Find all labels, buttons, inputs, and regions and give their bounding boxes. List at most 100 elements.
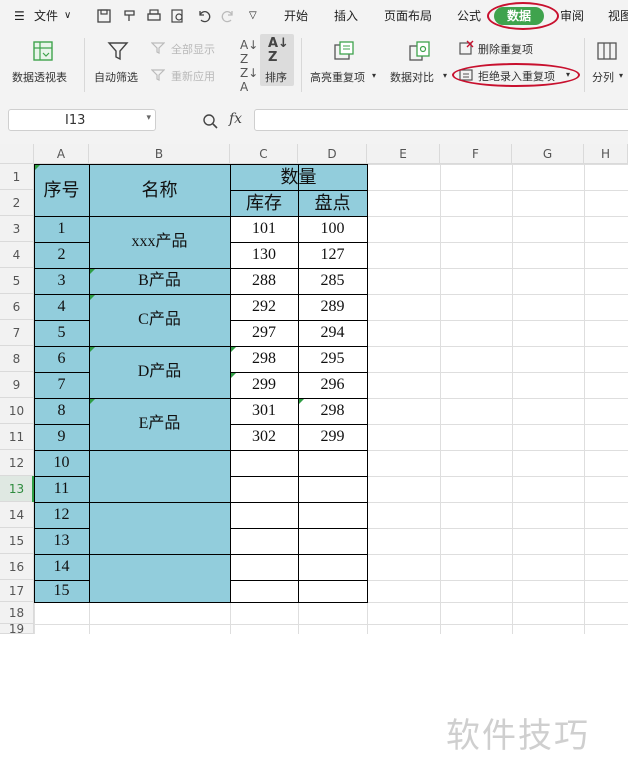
row-header-19[interactable]: 19 — [0, 623, 34, 635]
row-header-8[interactable]: 8 — [0, 346, 34, 372]
header-name[interactable]: 名称 — [89, 164, 230, 216]
stock-cell-empty[interactable] — [230, 554, 298, 580]
index-cell[interactable]: 3 — [34, 268, 89, 294]
stock-cell[interactable]: 288 — [230, 268, 298, 294]
row-header-17[interactable]: 17 — [0, 580, 34, 602]
row-header-2[interactable]: 2 — [0, 190, 34, 216]
name-cell[interactable]: C产品 — [89, 294, 230, 346]
tab-review[interactable]: 审阅 — [560, 0, 584, 32]
row-header-18[interactable]: 18 — [0, 602, 34, 624]
stock-cell[interactable]: 130 — [230, 242, 298, 268]
row-header-7[interactable]: 7 — [0, 320, 34, 346]
data-compare-dropdown-icon[interactable]: ▾ — [443, 71, 447, 80]
name-cell[interactable]: E产品 — [89, 398, 230, 450]
index-cell[interactable]: 4 — [34, 294, 89, 320]
tab-insert[interactable]: 插入 — [334, 0, 358, 32]
column-header-D[interactable]: D — [298, 144, 367, 164]
hamburger-menu-icon[interactable]: ☰ — [14, 0, 25, 32]
undo-icon[interactable] — [196, 8, 212, 24]
row-header-16[interactable]: 16 — [0, 554, 34, 580]
count-cell[interactable]: 298 — [298, 398, 367, 424]
stock-cell[interactable]: 101 — [230, 216, 298, 242]
count-cell-empty[interactable] — [298, 554, 367, 580]
tab-view[interactable]: 视图 — [608, 0, 628, 32]
row-header-15[interactable]: 15 — [0, 528, 34, 554]
fx-icon[interactable]: fx — [229, 111, 242, 127]
index-cell[interactable]: 2 — [34, 242, 89, 268]
autofilter-button[interactable]: 自动筛选 — [94, 69, 138, 85]
print-icon[interactable] — [146, 8, 162, 24]
stock-cell[interactable]: 299 — [230, 372, 298, 398]
name-cell[interactable]: D产品 — [89, 346, 230, 398]
format-painter-icon[interactable] — [122, 8, 138, 24]
name-cell[interactable]: xxx产品 — [89, 216, 230, 268]
row-header-3[interactable]: 3 — [0, 216, 34, 242]
row-header-11[interactable]: 11 — [0, 424, 34, 450]
name-cell[interactable]: B产品 — [89, 268, 230, 294]
stock-cell-empty[interactable] — [230, 450, 298, 476]
sort-descending-icon[interactable]: Z↓ A — [240, 66, 258, 94]
sort-ascending-icon[interactable]: A↓ Z — [240, 38, 258, 66]
index-cell[interactable]: 13 — [34, 528, 89, 554]
count-cell-empty[interactable] — [298, 580, 367, 602]
stock-cell[interactable]: 297 — [230, 320, 298, 346]
index-cell[interactable]: 7 — [34, 372, 89, 398]
data-compare-button[interactable]: 数据对比 — [390, 69, 434, 85]
column-header-B[interactable]: B — [89, 144, 230, 164]
row-header-12[interactable]: 12 — [0, 450, 34, 476]
tab-home[interactable]: 开始 — [284, 0, 308, 32]
row-header-4[interactable]: 4 — [0, 242, 34, 268]
column-header-G[interactable]: G — [512, 144, 584, 164]
row-header-13[interactable]: 13 — [0, 476, 34, 502]
index-cell[interactable]: 6 — [34, 346, 89, 372]
index-cell[interactable]: 12 — [34, 502, 89, 528]
file-menu[interactable]: 文件 — [34, 0, 58, 32]
stock-cell[interactable]: 298 — [230, 346, 298, 372]
stock-cell-empty[interactable] — [230, 502, 298, 528]
row-header-6[interactable]: 6 — [0, 294, 34, 320]
tab-formulas[interactable]: 公式 — [457, 0, 481, 32]
count-cell-empty[interactable] — [298, 450, 367, 476]
pivot-table-button[interactable]: 数据透视表 — [12, 69, 67, 85]
count-cell[interactable]: 296 — [298, 372, 367, 398]
highlight-duplicates-dropdown-icon[interactable]: ▾ — [372, 71, 376, 80]
column-header-C[interactable]: C — [230, 144, 298, 164]
row-header-10[interactable]: 10 — [0, 398, 34, 424]
count-cell[interactable]: 100 — [298, 216, 367, 242]
name-box[interactable]: I13 ▾ — [8, 109, 156, 131]
index-cell[interactable]: 11 — [34, 476, 89, 502]
quick-access-more-icon[interactable]: ▽ — [249, 0, 257, 32]
remove-duplicates-button[interactable]: 删除重复项 — [478, 41, 533, 57]
index-cell[interactable]: 14 — [34, 554, 89, 580]
reapply-button[interactable]: 重新应用 — [171, 68, 215, 84]
count-cell-empty[interactable] — [298, 476, 367, 502]
index-cell[interactable]: 1 — [34, 216, 89, 242]
count-cell[interactable]: 299 — [298, 424, 367, 450]
formula-input[interactable] — [254, 109, 628, 131]
zoom-search-icon[interactable] — [202, 113, 218, 129]
name-box-dropdown-icon[interactable]: ▾ — [146, 113, 151, 123]
index-cell[interactable]: 5 — [34, 320, 89, 346]
column-header-H[interactable]: H — [584, 144, 628, 164]
name-cell-empty[interactable] — [89, 450, 230, 502]
count-cell[interactable]: 127 — [298, 242, 367, 268]
index-cell[interactable]: 10 — [34, 450, 89, 476]
stock-cell[interactable]: 301 — [230, 398, 298, 424]
print-preview-icon[interactable] — [170, 8, 186, 24]
row-header-1[interactable]: 1 — [0, 164, 34, 190]
column-header-A[interactable]: A — [34, 144, 89, 164]
count-cell-empty[interactable] — [298, 528, 367, 554]
index-cell[interactable]: 9 — [34, 424, 89, 450]
count-cell[interactable]: 294 — [298, 320, 367, 346]
count-cell-empty[interactable] — [298, 502, 367, 528]
name-cell-empty[interactable] — [89, 554, 230, 602]
name-cell-empty[interactable] — [89, 502, 230, 554]
chevron-down-icon[interactable]: ∨ — [64, 0, 71, 32]
save-icon[interactable] — [96, 8, 112, 24]
stock-cell[interactable]: 292 — [230, 294, 298, 320]
column-header-E[interactable]: E — [367, 144, 440, 164]
row-header-5[interactable]: 5 — [0, 268, 34, 294]
stock-cell[interactable]: 302 — [230, 424, 298, 450]
select-all-corner[interactable] — [0, 144, 34, 164]
count-cell[interactable]: 289 — [298, 294, 367, 320]
